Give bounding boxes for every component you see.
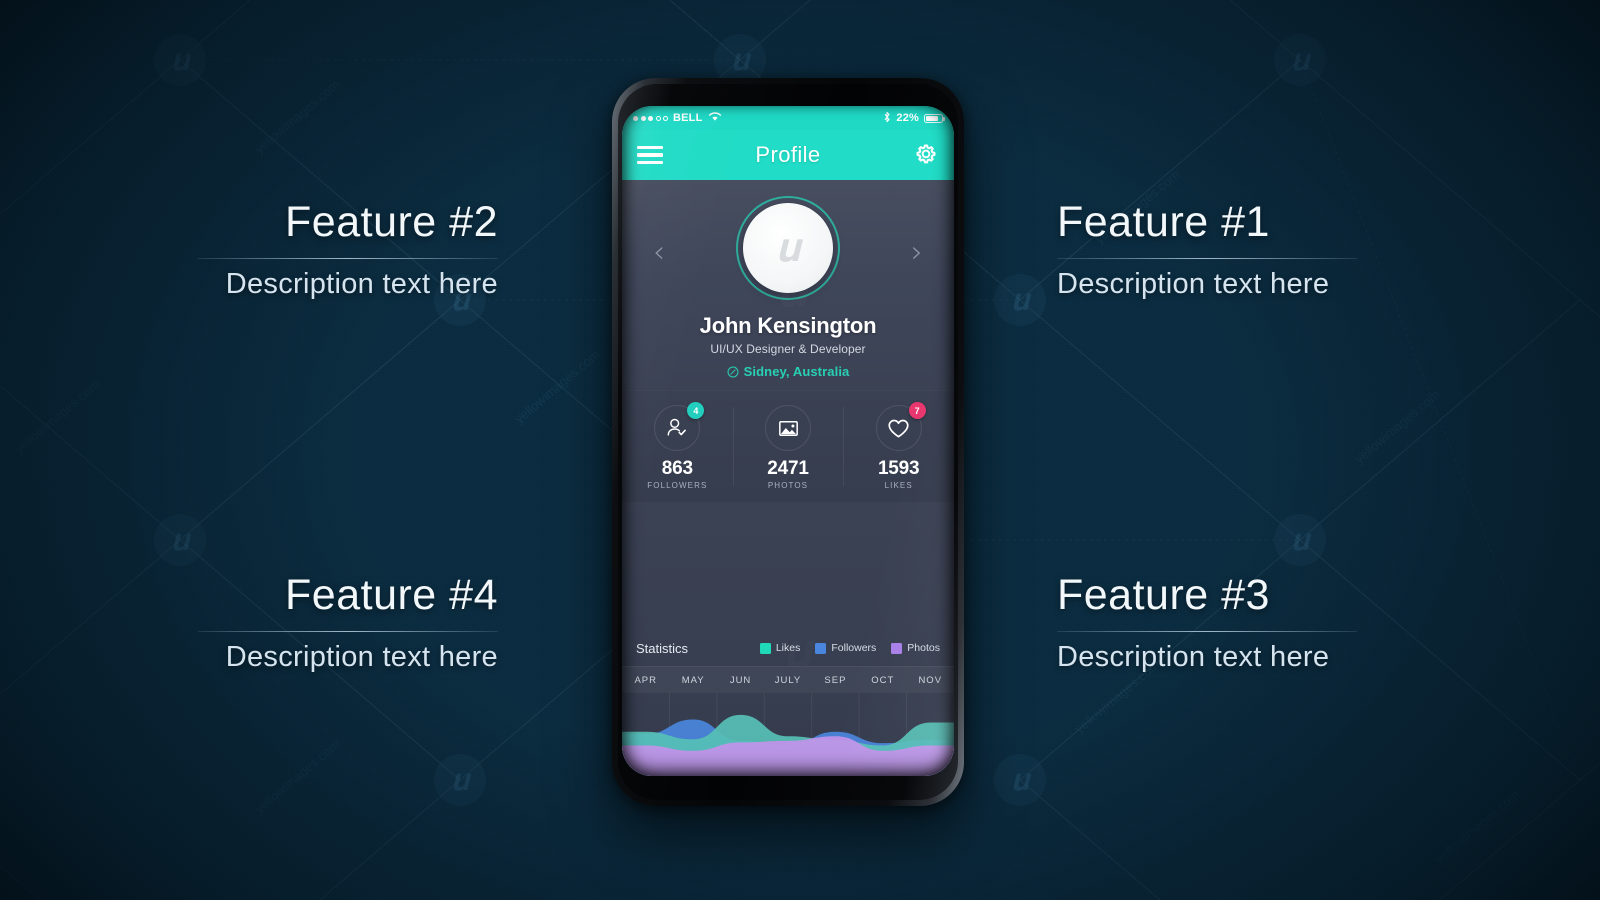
stat-value: 1593 (877, 458, 920, 479)
feature-title: Feature #3 (1057, 571, 1270, 619)
chart-series-layer (622, 714, 954, 776)
profile-name: John Kensington (699, 313, 877, 338)
legend-label: Likes (775, 642, 801, 654)
stat-followers[interactable]: 4 863 FOLLOWERS (622, 391, 733, 502)
statistics-chart[interactable] (622, 693, 954, 776)
stat-icon-wrap (765, 405, 811, 451)
month-label: SEP (824, 674, 847, 686)
profile-location-label: Sidney, Australia (743, 364, 850, 379)
page-title: Profile (755, 142, 821, 167)
profile-location: Sidney, Australia (622, 364, 954, 379)
feature-title: Feature #4 (285, 571, 498, 619)
stat-likes[interactable]: 7 1593 LIKES (843, 391, 954, 502)
heart-icon (888, 419, 909, 438)
month-label: JULY (774, 674, 802, 686)
feature-title: Feature #1 (1057, 198, 1270, 246)
status-bar: BELL 22% (622, 106, 954, 130)
chart-legend: Likes Followers Photos (759, 642, 940, 654)
month-label: OCT (871, 674, 895, 686)
user-check-icon (667, 418, 687, 436)
status-badge: 4 (687, 402, 705, 419)
stats-section: 4 863 FOLLOWERS 2471 PHOTOS 7 1593 LIKES (622, 390, 954, 502)
status-bar-left: BELL (633, 111, 722, 125)
battery-icon (924, 113, 946, 123)
statistics-title: Statistics (636, 640, 689, 656)
stat-label: PHOTOS (767, 481, 809, 490)
feature-block-3: Feature #3 Description text here (1057, 571, 1357, 674)
chevron-left-icon[interactable]: ‹ (653, 238, 665, 268)
avatar[interactable]: 𝐮 (736, 196, 840, 300)
stat-icon-wrap: 7 (875, 402, 926, 451)
profile-section: ‹ › 𝐮 John Kensington UI/UX Designer & D… (622, 180, 954, 390)
feature-block-4: Feature #4 Description text here (198, 571, 498, 674)
feature-title: Feature #2 (285, 198, 498, 246)
avatar-image: 𝐮 (743, 203, 833, 293)
legend-item-followers: Followers (815, 642, 876, 654)
feature-description: Description text here (225, 268, 498, 301)
gear-icon[interactable] (913, 142, 939, 168)
feature-block-1: Feature #1 Description text here (1057, 198, 1357, 301)
app-nav-bar: Profile (622, 130, 954, 180)
battery-percent-label: 22% (896, 112, 919, 124)
hamburger-menu-icon[interactable] (637, 145, 663, 165)
chevron-right-icon[interactable]: › (911, 238, 923, 268)
stat-value: 2471 (767, 458, 809, 479)
statistics-header: Statistics Likes Followers Photos (622, 630, 954, 666)
feature-divider (198, 631, 498, 633)
month-label: APR (634, 674, 657, 686)
month-label: JUN (729, 674, 752, 686)
month-label: MAY (681, 674, 705, 686)
month-label: NOV (918, 674, 943, 686)
feature-divider (1057, 631, 1357, 633)
bluetooth-icon (883, 111, 891, 126)
carrier-label: BELL (673, 112, 703, 124)
feature-divider (1057, 258, 1357, 260)
photo-image-icon (778, 420, 798, 436)
stat-icon-wrap: 4 (654, 402, 705, 451)
location-pin-icon (727, 366, 739, 378)
phone-mockup: BELL 22% Profile ‹ › 𝐮 John Kensington U… (612, 78, 964, 806)
stat-value: 863 (661, 458, 693, 479)
signal-dots-icon (633, 115, 668, 121)
feature-divider (198, 258, 498, 260)
phone-screen: BELL 22% Profile ‹ › 𝐮 John Kensington U… (622, 106, 954, 776)
stat-photos[interactable]: 2471 PHOTOS (732, 391, 844, 502)
legend-label: Followers (831, 642, 877, 654)
feature-description: Description text here (225, 641, 498, 674)
statistics-section: Statistics Likes Followers Photos APR MA… (622, 502, 954, 776)
wifi-icon (708, 111, 722, 125)
profile-role: UI/UX Designer & Developer (710, 342, 866, 356)
chart-month-axis: APR MAY JUN JULY SEP OCT NOV (622, 666, 954, 693)
legend-item-likes: Likes (759, 642, 801, 654)
legend-item-photos: Photos (891, 642, 940, 654)
stat-label: LIKES (884, 481, 913, 490)
feature-block-2: Feature #2 Description text here (198, 198, 498, 301)
legend-swatch (759, 642, 771, 654)
stat-label: FOLLOWERS (647, 481, 708, 490)
legend-swatch (891, 642, 903, 654)
status-badge: 7 (908, 402, 926, 419)
feature-description: Description text here (1057, 268, 1330, 301)
status-bar-right: 22% (883, 111, 946, 126)
feature-description: Description text here (1057, 641, 1330, 674)
avatar-placeholder-icon: 𝐮 (775, 225, 801, 271)
chart-svg (622, 693, 954, 776)
legend-swatch (815, 642, 827, 654)
legend-label: Photos (907, 642, 940, 654)
